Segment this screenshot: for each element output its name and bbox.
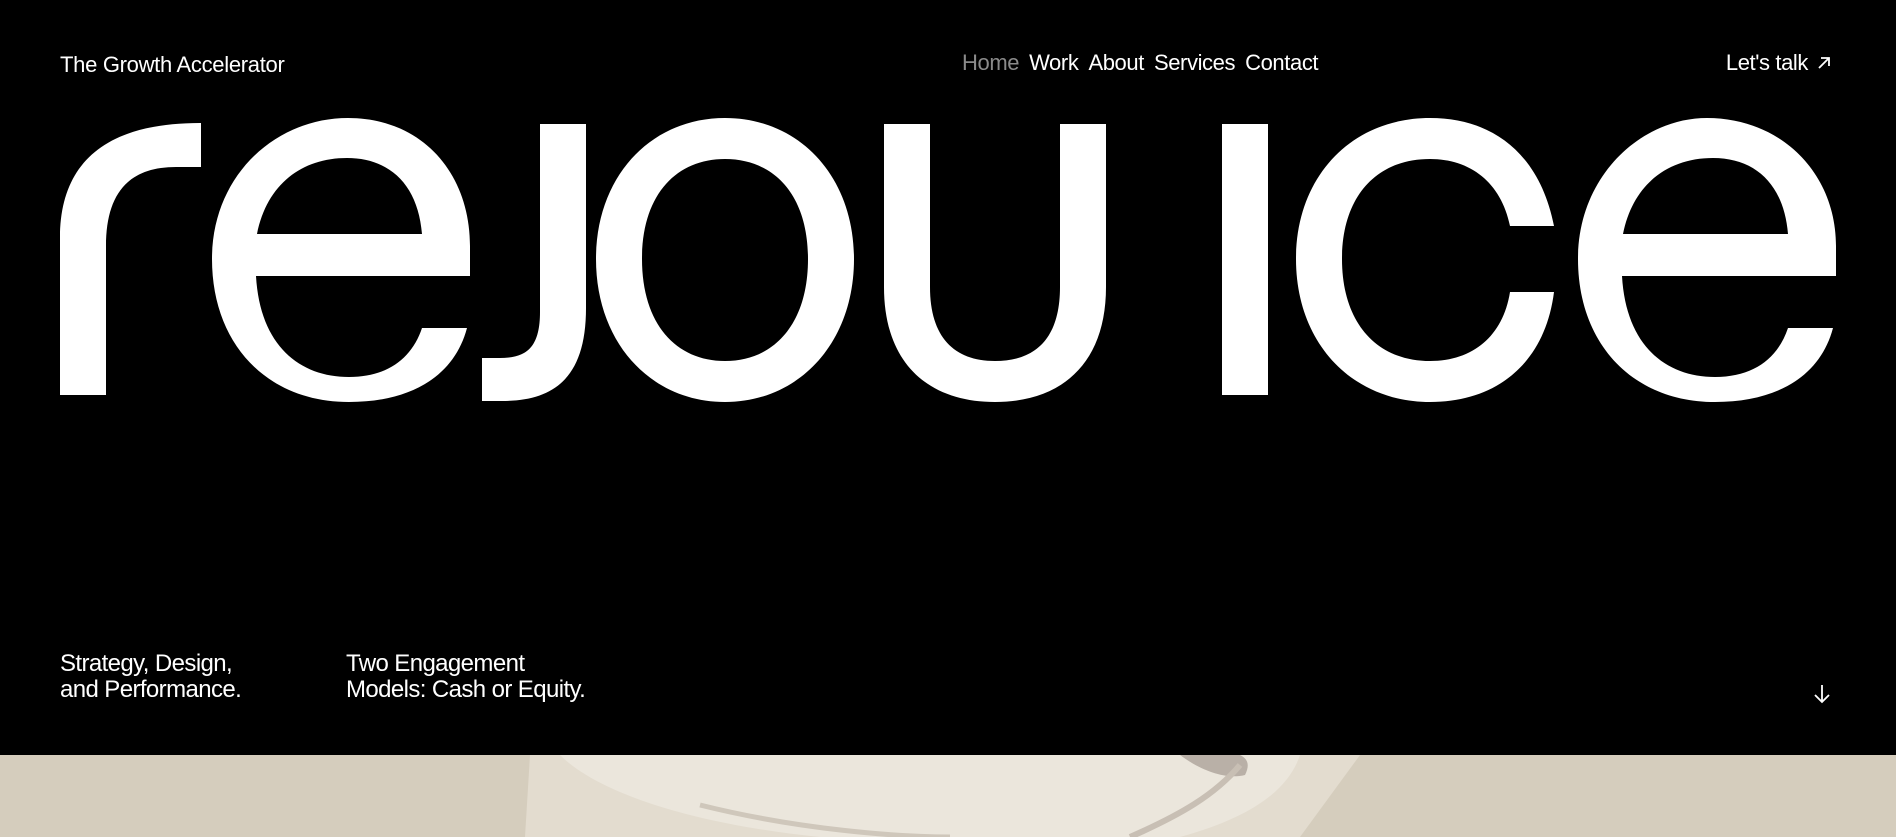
nav-item-about[interactable]: About (1088, 50, 1144, 76)
page: The Growth Accelerator Home Work About S… (0, 0, 1896, 837)
main-nav: Home Work About Services Contact (962, 50, 1319, 76)
logo-letter-e (212, 118, 470, 402)
logo-letter-e-2 (1578, 118, 1836, 402)
tagline-services-line-2: and Performance. (60, 676, 242, 703)
nav-item-services[interactable]: Services (1154, 50, 1236, 76)
arrow-up-right-icon (1818, 57, 1830, 69)
nav-item-work[interactable]: Work (1029, 50, 1079, 76)
logo-letter-i (1222, 124, 1268, 395)
media-product-image (0, 755, 1896, 837)
hero-media-image (0, 755, 1896, 837)
hero-section: The Growth Accelerator Home Work About S… (0, 0, 1896, 755)
logo-letter-o (596, 118, 854, 402)
brand-tagline[interactable]: The Growth Accelerator (60, 52, 285, 78)
logo-letter-j (482, 124, 586, 401)
tagline-services-line-1: Strategy, Design, (60, 650, 233, 677)
logo-letter-r (60, 123, 201, 395)
tagline-engagement: Two Engagement Models: Cash or Equity. (346, 650, 586, 703)
nav-item-contact[interactable]: Contact (1245, 50, 1318, 76)
lets-talk-button[interactable]: Let's talk (1726, 50, 1832, 76)
tagline-engagement-line-1: Two Engagement (346, 650, 525, 677)
rejouice-logo (60, 118, 1836, 402)
arrow-down-icon[interactable] (1812, 683, 1832, 705)
lets-talk-label: Let's talk (1725, 50, 1809, 75)
tagline-engagement-line-2: Models: Cash or Equity. (346, 676, 586, 703)
logo-letter-u (884, 124, 1106, 402)
nav-item-home[interactable]: Home (962, 50, 1019, 76)
tagline-services: Strategy, Design, and Performance. (60, 650, 242, 703)
logo-letter-c (1296, 118, 1554, 402)
